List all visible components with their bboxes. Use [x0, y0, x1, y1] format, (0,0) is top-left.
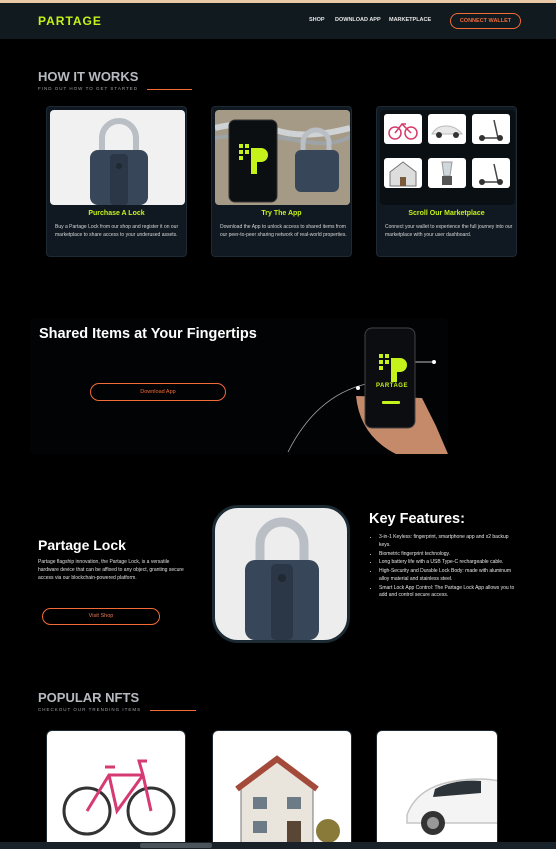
car-image [406, 778, 497, 835]
grid-blender [428, 158, 466, 188]
nav-link-download-app[interactable]: DOWNLOAD APP [335, 17, 381, 23]
feature-item: Biometric fingerprint technology. [379, 551, 519, 559]
nft-card-bicycle[interactable] [46, 730, 186, 849]
lock-description: Partage flagship innovation, the Partage… [38, 559, 184, 581]
feature-item: 3-in-1 Keyless: fingerprint, smartphone … [379, 534, 519, 550]
nft-card-house[interactable] [212, 730, 352, 849]
popular-nfts-title: POPULAR NFTS [38, 690, 140, 705]
bicycle-image [62, 759, 176, 836]
phone-brand-text: PARTAGE [376, 383, 408, 389]
popular-nfts-subtitle: CHECKOUT OUR TRENDING ITEMS [38, 707, 142, 712]
phone-in-hand-image: PARTAGE [286, 326, 448, 454]
card-title: Scroll Our Marketplace [408, 210, 485, 217]
feature-item: High-Security and Durable Lock Body: mad… [379, 568, 519, 584]
logo[interactable]: PARTAGE [38, 14, 102, 28]
grid-scooter-2 [472, 158, 510, 188]
app-promo-title: Shared Items at Your Fingertips [39, 326, 257, 342]
nav-link-marketplace[interactable]: MARKETPLACE [389, 17, 431, 23]
navbar: PARTAGE SHOP DOWNLOAD APP MARKETPLACE CO… [0, 3, 556, 39]
title-underline [150, 710, 196, 711]
card-title: Try The App [261, 210, 302, 217]
download-app-button[interactable]: Download App [90, 383, 226, 401]
nav-link-shop[interactable]: SHOP [309, 17, 325, 23]
card-desc: Download the App to unlock access to sha… [220, 224, 347, 238]
connect-wallet-button[interactable]: CONNECT WALLET [450, 13, 521, 29]
padlock-image [50, 110, 185, 205]
title-underline [147, 89, 192, 90]
house-image [235, 755, 340, 848]
card-title: Purchase A Lock [88, 210, 145, 217]
horizontal-scrollbar[interactable] [0, 842, 556, 849]
scrollbar-thumb[interactable] [140, 843, 212, 848]
feature-item: Smart Lock App Control: The Partage Lock… [379, 585, 519, 601]
how-it-works-subtitle: FIND OUT HOW TO GET STARTED [38, 86, 139, 91]
how-card-purchase: Purchase A Lock Buy a Partage Lock from … [46, 106, 187, 257]
grid-car [428, 114, 466, 144]
key-features-list: 3-in-1 Keyless: fingerprint, smartphone … [369, 534, 519, 601]
card-desc: Connect your wallet to experience the fu… [385, 224, 513, 238]
key-features-title: Key Features: [369, 511, 465, 527]
grid-house [384, 158, 422, 188]
grid-scooter [472, 114, 510, 144]
feature-item: Long battery life with a USB Type-C rech… [379, 559, 519, 567]
how-card-marketplace: Scroll Our Marketplace Connect your wall… [376, 106, 517, 257]
nft-card-car[interactable] [376, 730, 498, 849]
card-desc: Buy a Partage Lock from our shop and reg… [55, 224, 179, 238]
how-card-app: Try The App Download the App to unlock a… [211, 106, 352, 257]
lock-title: Partage Lock [38, 537, 126, 553]
visit-shop-button[interactable]: Visit Shop [42, 608, 160, 625]
app-lock-image [215, 110, 350, 205]
grid-bicycle [384, 114, 422, 144]
lock-product-image [212, 505, 350, 643]
how-it-works-title: HOW IT WORKS [38, 69, 139, 84]
marketplace-grid-image [380, 110, 515, 205]
